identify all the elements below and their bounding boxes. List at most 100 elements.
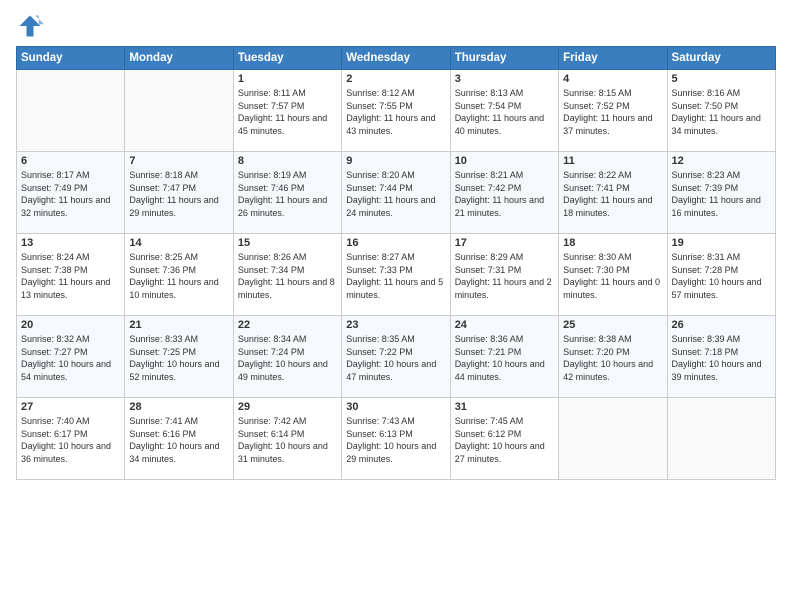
day-detail: Sunrise: 8:17 AMSunset: 7:49 PMDaylight:… (21, 169, 120, 219)
calendar-header-wednesday: Wednesday (342, 47, 450, 70)
calendar-cell: 22 Sunrise: 8:34 AMSunset: 7:24 PMDayligh… (233, 316, 341, 398)
calendar-week-row: 6 Sunrise: 8:17 AMSunset: 7:49 PMDaylight… (17, 152, 776, 234)
calendar-header-sunday: Sunday (17, 47, 125, 70)
calendar-cell: 5 Sunrise: 8:16 AMSunset: 7:50 PMDaylight… (667, 70, 775, 152)
calendar-cell: 12 Sunrise: 8:23 AMSunset: 7:39 PMDayligh… (667, 152, 775, 234)
day-detail: Sunrise: 8:11 AMSunset: 7:57 PMDaylight:… (238, 87, 337, 137)
calendar-cell: 7 Sunrise: 8:18 AMSunset: 7:47 PMDaylight… (125, 152, 233, 234)
calendar-cell: 21 Sunrise: 8:33 AMSunset: 7:25 PMDayligh… (125, 316, 233, 398)
calendar-cell: 17Sunrise: 8:29 AMSunset: 7:31 PMDayligh… (450, 234, 558, 316)
calendar-cell: 28Sunrise: 7:41 AMSunset: 6:16 PMDayligh… (125, 398, 233, 480)
day-number: 19 (672, 237, 771, 249)
calendar-cell: 8 Sunrise: 8:19 AMSunset: 7:46 PMDaylight… (233, 152, 341, 234)
calendar-cell: 9 Sunrise: 8:20 AMSunset: 7:44 PMDaylight… (342, 152, 450, 234)
calendar-table: SundayMondayTuesdayWednesdayThursdayFrid… (16, 46, 776, 480)
calendar-cell: 25 Sunrise: 8:38 AMSunset: 7:20 PMDayligh… (559, 316, 667, 398)
calendar-cell: 23Sunrise: 8:35 AMSunset: 7:22 PMDayligh… (342, 316, 450, 398)
calendar-header-thursday: Thursday (450, 47, 558, 70)
day-number: 29 (238, 401, 337, 413)
day-detail: Sunrise: 8:15 AMSunset: 7:52 PMDaylight:… (563, 87, 662, 137)
calendar-cell: 3 Sunrise: 8:13 AMSunset: 7:54 PMDaylight… (450, 70, 558, 152)
day-detail: Sunrise: 8:18 AMSunset: 7:47 PMDaylight:… (129, 169, 228, 219)
day-number: 7 (129, 155, 228, 167)
calendar-header-saturday: Saturday (667, 47, 775, 70)
day-detail: Sunrise: 7:41 AMSunset: 6:16 PMDaylight:… (129, 415, 228, 465)
day-detail: Sunrise: 8:16 AMSunset: 7:50 PMDaylight:… (672, 87, 771, 137)
calendar-cell (17, 70, 125, 152)
day-number: 2 (346, 73, 445, 85)
day-number: 6 (21, 155, 120, 167)
day-number: 27 (21, 401, 120, 413)
day-number: 5 (672, 73, 771, 85)
day-number: 21 (129, 319, 228, 331)
day-number: 22 (238, 319, 337, 331)
day-detail: Sunrise: 8:26 AMSunset: 7:34 PMDaylight:… (238, 251, 337, 301)
day-number: 30 (346, 401, 445, 413)
day-detail: Sunrise: 8:29 AMSunset: 7:31 PMDaylight:… (455, 251, 554, 301)
day-detail: Sunrise: 8:32 AMSunset: 7:27 PMDaylight:… (21, 333, 120, 383)
day-detail: Sunrise: 7:42 AMSunset: 6:14 PMDaylight:… (238, 415, 337, 465)
day-detail: Sunrise: 8:34 AMSunset: 7:24 PMDaylight:… (238, 333, 337, 383)
calendar-cell: 19 Sunrise: 8:31 AMSunset: 7:28 PMDayligh… (667, 234, 775, 316)
day-number: 9 (346, 155, 445, 167)
day-number: 8 (238, 155, 337, 167)
header (16, 12, 776, 40)
day-number: 4 (563, 73, 662, 85)
calendar-cell: 24 Sunrise: 8:36 AMSunset: 7:21 PMDayligh… (450, 316, 558, 398)
day-number: 24 (455, 319, 554, 331)
calendar-cell: 1Sunrise: 8:11 AMSunset: 7:57 PMDaylight… (233, 70, 341, 152)
calendar-cell (125, 70, 233, 152)
day-detail: Sunrise: 8:24 AMSunset: 7:38 PMDaylight:… (21, 251, 120, 301)
calendar-cell: 26 Sunrise: 8:39 AMSunset: 7:18 PMDayligh… (667, 316, 775, 398)
day-detail: Sunrise: 8:30 AMSunset: 7:30 PMDaylight:… (563, 251, 662, 301)
calendar-cell: 10 Sunrise: 8:21 AMSunset: 7:42 PMDayligh… (450, 152, 558, 234)
calendar-cell: 30 Sunrise: 7:43 AMSunset: 6:13 PMDayligh… (342, 398, 450, 480)
calendar-cell: 13 Sunrise: 8:24 AMSunset: 7:38 PMDayligh… (17, 234, 125, 316)
day-number: 14 (129, 237, 228, 249)
calendar-cell: 11Sunrise: 8:22 AMSunset: 7:41 PMDayligh… (559, 152, 667, 234)
day-number: 23 (346, 319, 445, 331)
day-detail: Sunrise: 8:31 AMSunset: 7:28 PMDaylight:… (672, 251, 771, 301)
day-detail: Sunrise: 8:23 AMSunset: 7:39 PMDaylight:… (672, 169, 771, 219)
calendar-cell: 15 Sunrise: 8:26 AMSunset: 7:34 PMDayligh… (233, 234, 341, 316)
day-detail: Sunrise: 7:43 AMSunset: 6:13 PMDaylight:… (346, 415, 445, 465)
calendar-cell (559, 398, 667, 480)
day-number: 25 (563, 319, 662, 331)
day-detail: Sunrise: 8:33 AMSunset: 7:25 PMDaylight:… (129, 333, 228, 383)
day-detail: Sunrise: 7:40 AMSunset: 6:17 PMDaylight:… (21, 415, 120, 465)
day-detail: Sunrise: 8:36 AMSunset: 7:21 PMDaylight:… (455, 333, 554, 383)
calendar-week-row: 1Sunrise: 8:11 AMSunset: 7:57 PMDaylight… (17, 70, 776, 152)
calendar-cell: 16 Sunrise: 8:27 AMSunset: 7:33 PMDayligh… (342, 234, 450, 316)
day-detail: Sunrise: 8:21 AMSunset: 7:42 PMDaylight:… (455, 169, 554, 219)
day-detail: Sunrise: 8:19 AMSunset: 7:46 PMDaylight:… (238, 169, 337, 219)
day-number: 31 (455, 401, 554, 413)
day-detail: Sunrise: 7:45 AMSunset: 6:12 PMDaylight:… (455, 415, 554, 465)
day-number: 10 (455, 155, 554, 167)
calendar-header-row: SundayMondayTuesdayWednesdayThursdayFrid… (17, 47, 776, 70)
logo-icon (16, 12, 44, 40)
day-number: 16 (346, 237, 445, 249)
calendar-cell: 20 Sunrise: 8:32 AMSunset: 7:27 PMDayligh… (17, 316, 125, 398)
day-number: 18 (563, 237, 662, 249)
calendar-cell: 14Sunrise: 8:25 AMSunset: 7:36 PMDayligh… (125, 234, 233, 316)
calendar-cell (667, 398, 775, 480)
calendar-cell: 27 Sunrise: 7:40 AMSunset: 6:17 PMDayligh… (17, 398, 125, 480)
day-number: 12 (672, 155, 771, 167)
day-number: 13 (21, 237, 120, 249)
calendar-cell: 6 Sunrise: 8:17 AMSunset: 7:49 PMDaylight… (17, 152, 125, 234)
calendar-week-row: 27 Sunrise: 7:40 AMSunset: 6:17 PMDayligh… (17, 398, 776, 480)
day-number: 20 (21, 319, 120, 331)
day-number: 3 (455, 73, 554, 85)
day-number: 15 (238, 237, 337, 249)
day-detail: Sunrise: 8:39 AMSunset: 7:18 PMDaylight:… (672, 333, 771, 383)
day-number: 26 (672, 319, 771, 331)
page: SundayMondayTuesdayWednesdayThursdayFrid… (0, 0, 792, 612)
calendar-cell: 4 Sunrise: 8:15 AMSunset: 7:52 PMDaylight… (559, 70, 667, 152)
day-detail: Sunrise: 8:13 AMSunset: 7:54 PMDaylight:… (455, 87, 554, 137)
day-detail: Sunrise: 8:12 AMSunset: 7:55 PMDaylight:… (346, 87, 445, 137)
calendar-cell: 18 Sunrise: 8:30 AMSunset: 7:30 PMDayligh… (559, 234, 667, 316)
day-detail: Sunrise: 8:20 AMSunset: 7:44 PMDaylight:… (346, 169, 445, 219)
day-detail: Sunrise: 8:27 AMSunset: 7:33 PMDaylight:… (346, 251, 445, 301)
day-detail: Sunrise: 8:38 AMSunset: 7:20 PMDaylight:… (563, 333, 662, 383)
day-number: 11 (563, 155, 662, 167)
